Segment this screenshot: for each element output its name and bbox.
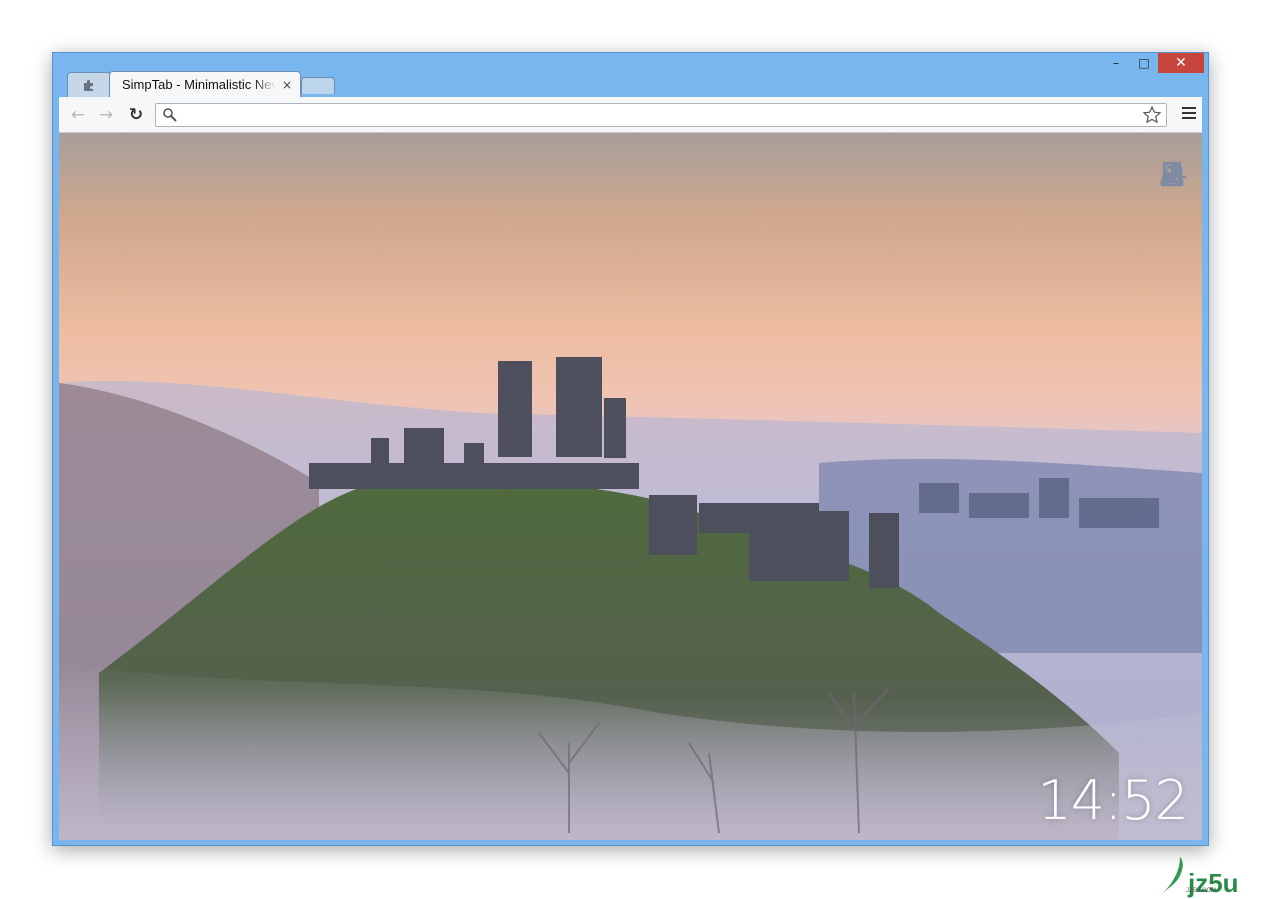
watermark-subtext: JZ5U.COM	[1186, 888, 1216, 894]
forward-button[interactable]: →	[95, 105, 117, 125]
settings-button[interactable]	[1160, 163, 1188, 485]
background-landscape	[59, 357, 1202, 840]
browser-toolbar: ← → ↻	[59, 97, 1202, 133]
tips-button[interactable]	[1160, 161, 1188, 377]
tab-close-button[interactable]: ×	[282, 78, 292, 92]
history-button[interactable]	[1160, 164, 1188, 269]
omnibox[interactable]	[155, 103, 1167, 127]
simptab-background: 14:52	[59, 133, 1202, 840]
simptab-side-toolbar	[1160, 161, 1188, 485]
star-icon[interactable]	[1142, 105, 1162, 125]
tab-simptab[interactable]: SimpTab - Minimalistic New Tab ×	[109, 71, 301, 97]
watermark-logo: jz5u JZ5U.COM	[1158, 856, 1239, 896]
download-button[interactable]	[1160, 163, 1188, 431]
watermark-leaf-icon	[1162, 857, 1183, 894]
extension-tab[interactable]	[67, 72, 111, 97]
new-tab-button[interactable]	[301, 77, 335, 94]
close-window-button[interactable]: ✕	[1158, 53, 1204, 73]
tab-title: SimpTab - Minimalistic New Tab	[122, 77, 276, 92]
minimize-button[interactable]: –	[1102, 53, 1130, 73]
puzzle-icon	[84, 80, 93, 91]
browser-window: – □ ✕ SimpTab - Minimalistic New Tab × ←…	[52, 52, 1209, 846]
apps-button[interactable]	[1160, 163, 1188, 323]
chrome-menu-button[interactable]	[1182, 107, 1196, 122]
maximize-button[interactable]: □	[1130, 53, 1158, 73]
reload-button[interactable]: ↻	[125, 105, 147, 125]
search-icon	[163, 108, 177, 122]
back-button[interactable]: ←	[67, 105, 89, 125]
clock: 14:52	[1037, 769, 1189, 832]
window-controls: – □ ✕	[1102, 53, 1204, 73]
wrench-icon	[1162, 163, 1183, 185]
